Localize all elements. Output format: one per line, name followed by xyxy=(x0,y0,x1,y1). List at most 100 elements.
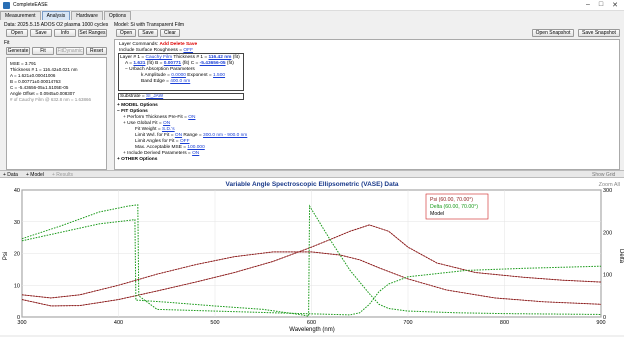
layer1-prefix: Layer # 1 = xyxy=(120,55,145,60)
save-layer-link[interactable]: Save xyxy=(186,42,197,47)
range-value[interactable]: 300.0 nm - 900.0 nm xyxy=(203,133,247,138)
model-open-button[interactable]: Open xyxy=(116,29,136,37)
a-value[interactable]: 1.621 xyxy=(133,61,145,66)
tab-measurement[interactable]: Measurement xyxy=(0,11,41,20)
mse-result: MSE = 3.791 xyxy=(10,61,37,66)
substrate-box: Substrate = SI_JAW xyxy=(118,93,244,100)
model-clear-button[interactable]: Clear xyxy=(160,29,180,37)
thickness-result: Thickness # 1 = 116.42±0.021 nm xyxy=(10,67,78,72)
other-options-node[interactable]: + OTHER Options xyxy=(117,157,157,162)
k-amplitude-value[interactable]: 0.0000 xyxy=(171,73,186,78)
window-title: CompleteEASE xyxy=(13,2,48,8)
max-mse-value[interactable]: 100.000 xyxy=(187,145,204,150)
add-layer-link[interactable]: Add xyxy=(160,42,169,47)
model-tree-panel: Layer Commands: Add Delete Save Include … xyxy=(114,39,620,170)
exponent-value[interactable]: 1.500 xyxy=(213,73,225,78)
max-mse-label: Max. Acceptable MSE = xyxy=(135,145,187,150)
urbach-collapse-icon[interactable]: − xyxy=(125,67,128,72)
tab-options[interactable]: Options xyxy=(103,11,132,20)
y2-tick-label: 300 xyxy=(603,188,612,194)
tab-analysis[interactable]: Analysis xyxy=(41,11,71,20)
y2-tick-label: 100 xyxy=(603,273,612,279)
thickness-value[interactable]: 116.42 nm xyxy=(208,55,231,60)
tab-hardware[interactable]: Hardware xyxy=(71,11,103,20)
c-result: C = -5.43656-05±1.5105E-05 xyxy=(10,85,69,90)
limit-angles-label: Limit Angles for Fit = xyxy=(135,139,179,144)
data-info-button[interactable]: Info xyxy=(54,29,76,37)
save-snapshot-button[interactable]: Save Snapshot xyxy=(578,29,620,37)
a-fit-flag: (fit) xyxy=(146,61,154,66)
close-icon[interactable]: ✕ xyxy=(612,1,618,9)
reset-button[interactable]: Reset xyxy=(86,47,107,55)
y2-axis-label: Delta xyxy=(618,249,624,264)
vase-chart-svg[interactable]: Variable Angle Spectroscopic Ellipsometr… xyxy=(0,178,624,335)
model-options-label: MODEL Options xyxy=(121,103,158,108)
a-result: A = 1.621±0.00041006 xyxy=(10,73,56,78)
option-limit-angles: Limit Angles for Fit = OFF xyxy=(135,139,190,144)
left-pane: Data: 2025.5.15 ADOS O2 plasma 1000 cycl… xyxy=(2,20,109,170)
option-limit-wvl: Limit Wvl. for Fit = ON Range = 300.0 nm… xyxy=(135,133,247,138)
x-tick-label: 400 xyxy=(114,320,123,326)
minimize-icon[interactable]: – xyxy=(586,1,590,9)
band-edge-value[interactable]: 400.0 nm xyxy=(170,79,190,84)
layer-commands-label: Layer Commands: xyxy=(119,42,159,47)
y-axis-label: Psi xyxy=(3,252,9,260)
c-value[interactable]: -5.43656-05 xyxy=(200,61,226,66)
b-value[interactable]: 0.00771 xyxy=(164,61,181,66)
fit-button[interactable]: Fit xyxy=(32,47,54,55)
option-max-mse: Max. Acceptable MSE = 100.000 xyxy=(135,145,205,150)
fit-weight-value[interactable]: S.D.'s xyxy=(162,127,175,132)
maximize-icon[interactable]: □ xyxy=(599,1,603,9)
y-tick-label: 20 xyxy=(14,252,20,258)
fit-dynamic-button[interactable]: FitDynamic xyxy=(56,47,84,55)
exponent-label: Exponent = xyxy=(187,73,212,78)
limit-angles-value[interactable]: OFF xyxy=(180,139,190,144)
x-tick-label: 700 xyxy=(403,320,412,326)
open-snapshot-button[interactable]: Open Snapshot xyxy=(532,29,574,37)
legend-model: Model xyxy=(430,211,444,217)
y-tick-label: 10 xyxy=(14,283,20,289)
axis-ticks: 010203040300 400 500 600 700 800 9000100200300 xyxy=(14,188,612,326)
data-caption: Data: 2025.5.15 ADOS O2 plasma 1000 cycl… xyxy=(4,22,109,28)
y2-tick-label: 200 xyxy=(603,230,612,236)
band-edge-label: Band Edge = xyxy=(141,79,169,84)
delete-layer-link[interactable]: Delete xyxy=(170,42,184,47)
fit-options-node[interactable]: − FIT Options xyxy=(117,109,148,114)
chart-legend: Psi (60.00, 70.00°) Delta (60.00, 70.00°… xyxy=(425,193,489,220)
data-save-button[interactable]: Save xyxy=(30,29,52,37)
thickness-label: Thickness # 1 = xyxy=(173,55,208,60)
title-bar: CompleteEASE – □ ✕ xyxy=(0,0,624,11)
prefit-label: Perform Thickness Pre-Fit = xyxy=(127,115,187,120)
layer1-box: Layer # 1 = Cauchy Film Thickness # 1 = … xyxy=(118,53,244,91)
angle-offset-result: Angle Offset = 0.0945±0.008307 xyxy=(10,91,75,96)
legend-psi: Psi (60.00, 70.00°) xyxy=(430,197,473,203)
layer1-name[interactable]: Cauchy Film xyxy=(145,55,172,60)
b-result: B = 0.00771±0.00014763 xyxy=(10,79,61,84)
limit-wvl-value[interactable]: ON xyxy=(175,133,182,138)
main-tabs: Measurement Analysis Hardware Options xyxy=(0,11,132,20)
substrate-value[interactable]: SI_JAW xyxy=(146,94,163,99)
y-tick-label: 40 xyxy=(14,188,20,194)
fit-results-panel: MSE = 3.791 Thickness # 1 = 116.42±0.021… xyxy=(6,57,107,170)
fit-weight-label: Fit Weight = xyxy=(135,127,161,132)
b-label: B = xyxy=(155,61,163,66)
set-ranges-button[interactable]: Set Ranges xyxy=(78,29,107,37)
model-caption: Model: Si with Transparent Film xyxy=(114,22,185,28)
prefit-value[interactable]: ON xyxy=(188,115,195,120)
generate-button[interactable]: Generate xyxy=(6,47,30,55)
x-tick-label: 800 xyxy=(500,320,509,326)
c-fit-flag: (fit) xyxy=(226,61,234,66)
data-open-button[interactable]: Open xyxy=(6,29,28,37)
derived-value[interactable]: ON xyxy=(192,151,199,156)
global-fit-value[interactable]: ON xyxy=(163,121,170,126)
model-save-button[interactable]: Save xyxy=(138,29,158,37)
limit-wvl-label: Limit Wvl. for Fit = xyxy=(135,133,174,138)
range-label: Range = xyxy=(183,133,202,138)
substrate-label: Substrate = xyxy=(120,94,145,99)
option-global-fit: + Use Global Fit = ON xyxy=(123,121,170,126)
y-tick-label: 30 xyxy=(14,220,20,226)
b-fit-flag: (fit) xyxy=(182,61,190,66)
fit-options-label: FIT Options xyxy=(121,109,148,114)
model-options-node[interactable]: + MODEL Options xyxy=(117,103,158,108)
graph-toolbar: + Data + Model + Results Show Grid xyxy=(0,170,624,178)
